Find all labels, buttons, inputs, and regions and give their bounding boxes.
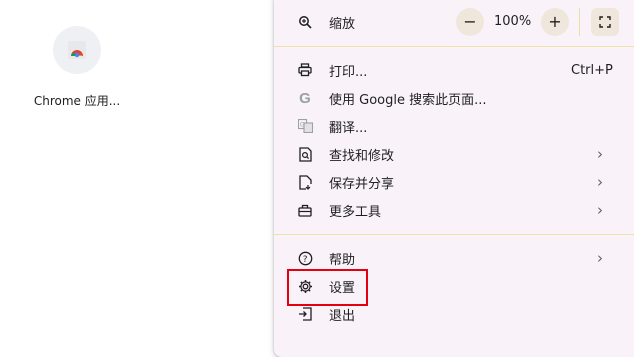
settings-highlight-box — [287, 269, 368, 306]
google-icon: G — [299, 89, 311, 107]
save-share-icon — [297, 174, 313, 190]
chevron-right-icon: › — [597, 201, 603, 219]
fullscreen-icon — [599, 16, 611, 28]
print-shortcut: Ctrl+P — [571, 62, 613, 78]
toolbox-icon — [297, 202, 313, 218]
zoom-label: 缩放 — [329, 16, 356, 32]
print-label: 打印... — [329, 64, 368, 80]
menu-item-save-share[interactable]: 保存并分享 › — [274, 168, 634, 196]
menu-divider — [274, 46, 634, 47]
exit-icon — [297, 306, 313, 322]
menu-item-find-edit[interactable]: 查找和修改 › — [274, 140, 634, 168]
save-share-label: 保存并分享 — [329, 176, 395, 192]
desktop-shortcut[interactable]: Chrome 应用... — [22, 26, 132, 109]
menu-divider — [274, 234, 634, 235]
search-google-label: 使用 Google 搜索此页面... — [329, 92, 487, 108]
translate-icon: G — [297, 118, 313, 134]
zoom-value: 100% — [494, 14, 532, 29]
menu-item-print[interactable]: 打印... Ctrl+P — [274, 56, 634, 84]
menu-item-search-google[interactable]: G 使用 Google 搜索此页面... — [274, 84, 634, 112]
menu-item-zoom: 缩放 — [274, 8, 634, 36]
find-icon — [297, 146, 313, 162]
svg-text:?: ? — [302, 255, 307, 265]
help-icon: ? — [297, 250, 313, 266]
print-icon — [297, 62, 313, 78]
chevron-right-icon: › — [597, 173, 603, 191]
chevron-right-icon: › — [597, 249, 603, 267]
chrome-logo-icon — [53, 26, 101, 74]
find-edit-label: 查找和修改 — [329, 148, 395, 164]
svg-text:G: G — [300, 122, 305, 129]
chevron-right-icon: › — [597, 145, 603, 163]
zoom-in-button[interactable]: + — [541, 8, 569, 36]
zoom-icon — [297, 14, 313, 30]
help-label: 帮助 — [329, 252, 356, 268]
zoom-separator — [579, 8, 580, 36]
exit-label: 退出 — [329, 308, 356, 324]
fullscreen-button[interactable] — [591, 8, 619, 36]
menu-item-translate[interactable]: G 翻译... — [274, 112, 634, 140]
menu-item-help[interactable]: ? 帮助 › — [274, 244, 634, 272]
zoom-out-button[interactable]: − — [456, 8, 484, 36]
translate-label: 翻译... — [329, 120, 368, 136]
menu-item-more-tools[interactable]: 更多工具 › — [274, 196, 634, 224]
shortcut-label: Chrome 应用... — [33, 94, 121, 108]
more-tools-label: 更多工具 — [329, 204, 382, 220]
